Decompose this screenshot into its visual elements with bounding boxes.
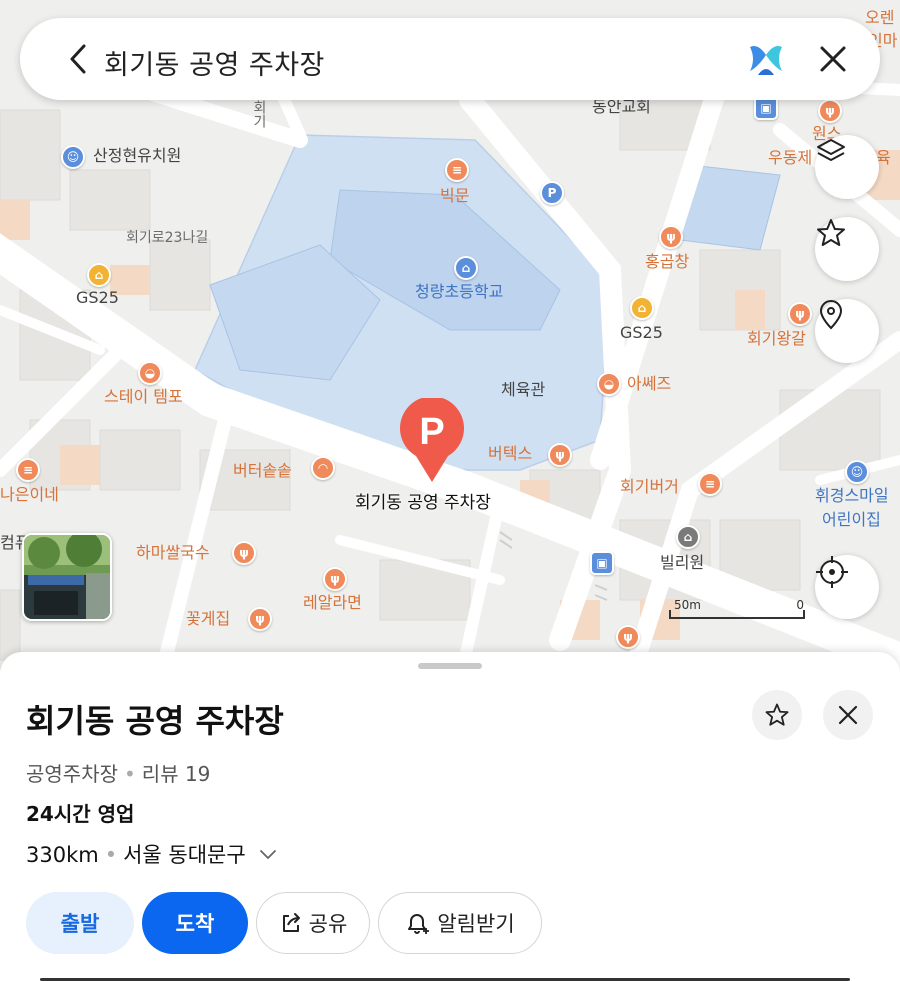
address: 서울 동대문구 [123,843,246,867]
map-label: 청량초등학교 [415,282,504,301]
cafe-icon[interactable]: ◒ [138,361,162,385]
map-label: GS25 [76,288,119,307]
layers-icon [817,139,845,161]
bakery-icon[interactable]: ≡ [16,458,40,482]
close-sheet-button[interactable] [823,690,873,740]
place-title: 회기동 공영 주차장 [26,702,284,740]
photo-image [24,535,110,619]
restaurant-icon[interactable]: ψ [548,443,572,467]
map-label: 오렌 [865,8,895,27]
map-label: 하마쌀국수 [136,543,210,562]
kindergarten-icon[interactable]: ☺ [61,145,85,169]
chevron-down-icon[interactable] [258,848,278,862]
kindergarten-icon[interactable]: ☺ [845,460,869,484]
map-label: 휘경스마일 [815,486,889,505]
current-location-button[interactable] [815,555,879,619]
drag-handle[interactable] [418,663,482,669]
separator-dot: • [124,762,136,786]
close-icon [820,46,846,72]
favorite-button[interactable] [752,690,802,740]
business-hours: 24시간 영업 [26,802,135,826]
map-label: 어린이집 [822,510,881,529]
svg-text:P: P [419,411,444,453]
burger-icon[interactable]: ≡ [698,472,722,496]
cafe-icon[interactable]: ◒ [597,372,621,396]
map-label: 꽃게집 [186,609,231,628]
share-label: 공유 [308,912,348,936]
separator-dot: • [104,843,118,867]
search-query[interactable]: 회기동 공영 주차장 [104,43,325,82]
share-icon [282,913,300,932]
scale-bar [669,610,805,619]
favorites-button[interactable] [815,217,879,281]
map-label: 우동제 [768,148,813,167]
place-location[interactable]: 330km • 서울 동대문구 [26,839,278,869]
share-button[interactable]: 공유 [256,892,370,954]
restaurant-icon[interactable]: ψ [818,99,842,123]
ai-assistant-icon [750,46,782,75]
place-photo-thumbnail[interactable] [22,533,112,621]
close-search-button[interactable] [816,42,850,76]
map-scale: 50m 0 [668,598,806,622]
map-label: 산정현유치원 [93,146,182,165]
star-icon [817,219,845,246]
notify-button[interactable]: 알림받기 [378,892,542,954]
parking-marker[interactable]: P [398,398,466,484]
review-count[interactable]: 리뷰 19 [142,762,211,786]
map-label: 회기 [251,100,267,128]
map-label: 홍곱창 [645,252,690,271]
convenience-store-icon[interactable]: ⌂ [87,263,111,287]
saved-places-button[interactable] [815,299,879,363]
arrive-route-button[interactable]: 도착 [142,892,248,954]
place-category: 공영주차장 [26,762,118,786]
ai-assistant-button[interactable] [746,39,786,79]
parking-marker-icon: P [400,398,464,482]
convenience-store-icon[interactable]: ⌂ [630,296,654,320]
back-button[interactable] [62,42,96,76]
star-icon [765,703,789,726]
restaurant-icon[interactable]: ψ [659,225,683,249]
start-route-button[interactable]: 출발 [26,892,134,954]
map-label: 버텍스 [488,444,533,463]
restaurant-icon[interactable]: ψ [248,607,272,631]
parking-poi-icon[interactable]: P [540,181,564,205]
map-label: 체육관 [501,380,546,399]
map-view[interactable]: ☺ ≡ P ⌂ ⌂ ψ ⌂ ψ ◒ ◒ ψ ◠ ≡ ≡ ☺ ⌂ ψ ψ ψ ψ … [0,0,900,680]
building-icon[interactable]: ⌂ [676,525,700,549]
bell-plus-icon [408,914,430,934]
restaurant-icon[interactable]: ψ [788,302,812,326]
map-label: 버터솥솥 [233,461,292,480]
map-label: 레알라면 [303,593,362,612]
bakery-icon[interactable]: ◠ [311,456,335,480]
notify-label: 알림받기 [437,912,515,936]
map-label: 빌리원 [660,553,705,572]
map-label: 빅문 [440,186,470,205]
chevron-left-icon [70,44,86,74]
search-bar[interactable]: 회기동 공영 주차장 [20,18,880,100]
school-icon[interactable]: ⌂ [454,256,478,280]
map-label: 아쎄즈 [627,374,672,393]
layers-button[interactable] [815,135,879,199]
restaurant-icon[interactable]: ψ [616,625,640,649]
place-detail-sheet[interactable]: 회기동 공영 주차장 공영주차장 • 리뷰 19 24시간 영업 330km • 서울 … [0,652,900,981]
bus-stop-icon[interactable]: ▣ [590,551,614,575]
map-pin-icon [819,300,843,330]
place-meta: 공영주차장 • 리뷰 19 [26,758,210,787]
map-label: 동안교회 [592,97,651,116]
restaurant-icon[interactable]: ≡ [445,158,469,182]
map-label: 나은이네 [0,485,59,504]
map-label: GS25 [620,323,663,342]
map-label: 회기로23나길 [126,230,209,246]
restaurant-icon[interactable]: ψ [323,567,347,591]
crosshair-icon [816,556,848,588]
distance: 330km [26,843,99,867]
close-icon [838,705,858,725]
map-label: 회기버거 [620,477,679,496]
map-label: 회기왕갈 [747,329,806,348]
map-label: 스테이 템포 [104,387,183,406]
parking-marker-label: 회기동 공영 주차장 [355,493,491,513]
restaurant-icon[interactable]: ψ [232,541,256,565]
